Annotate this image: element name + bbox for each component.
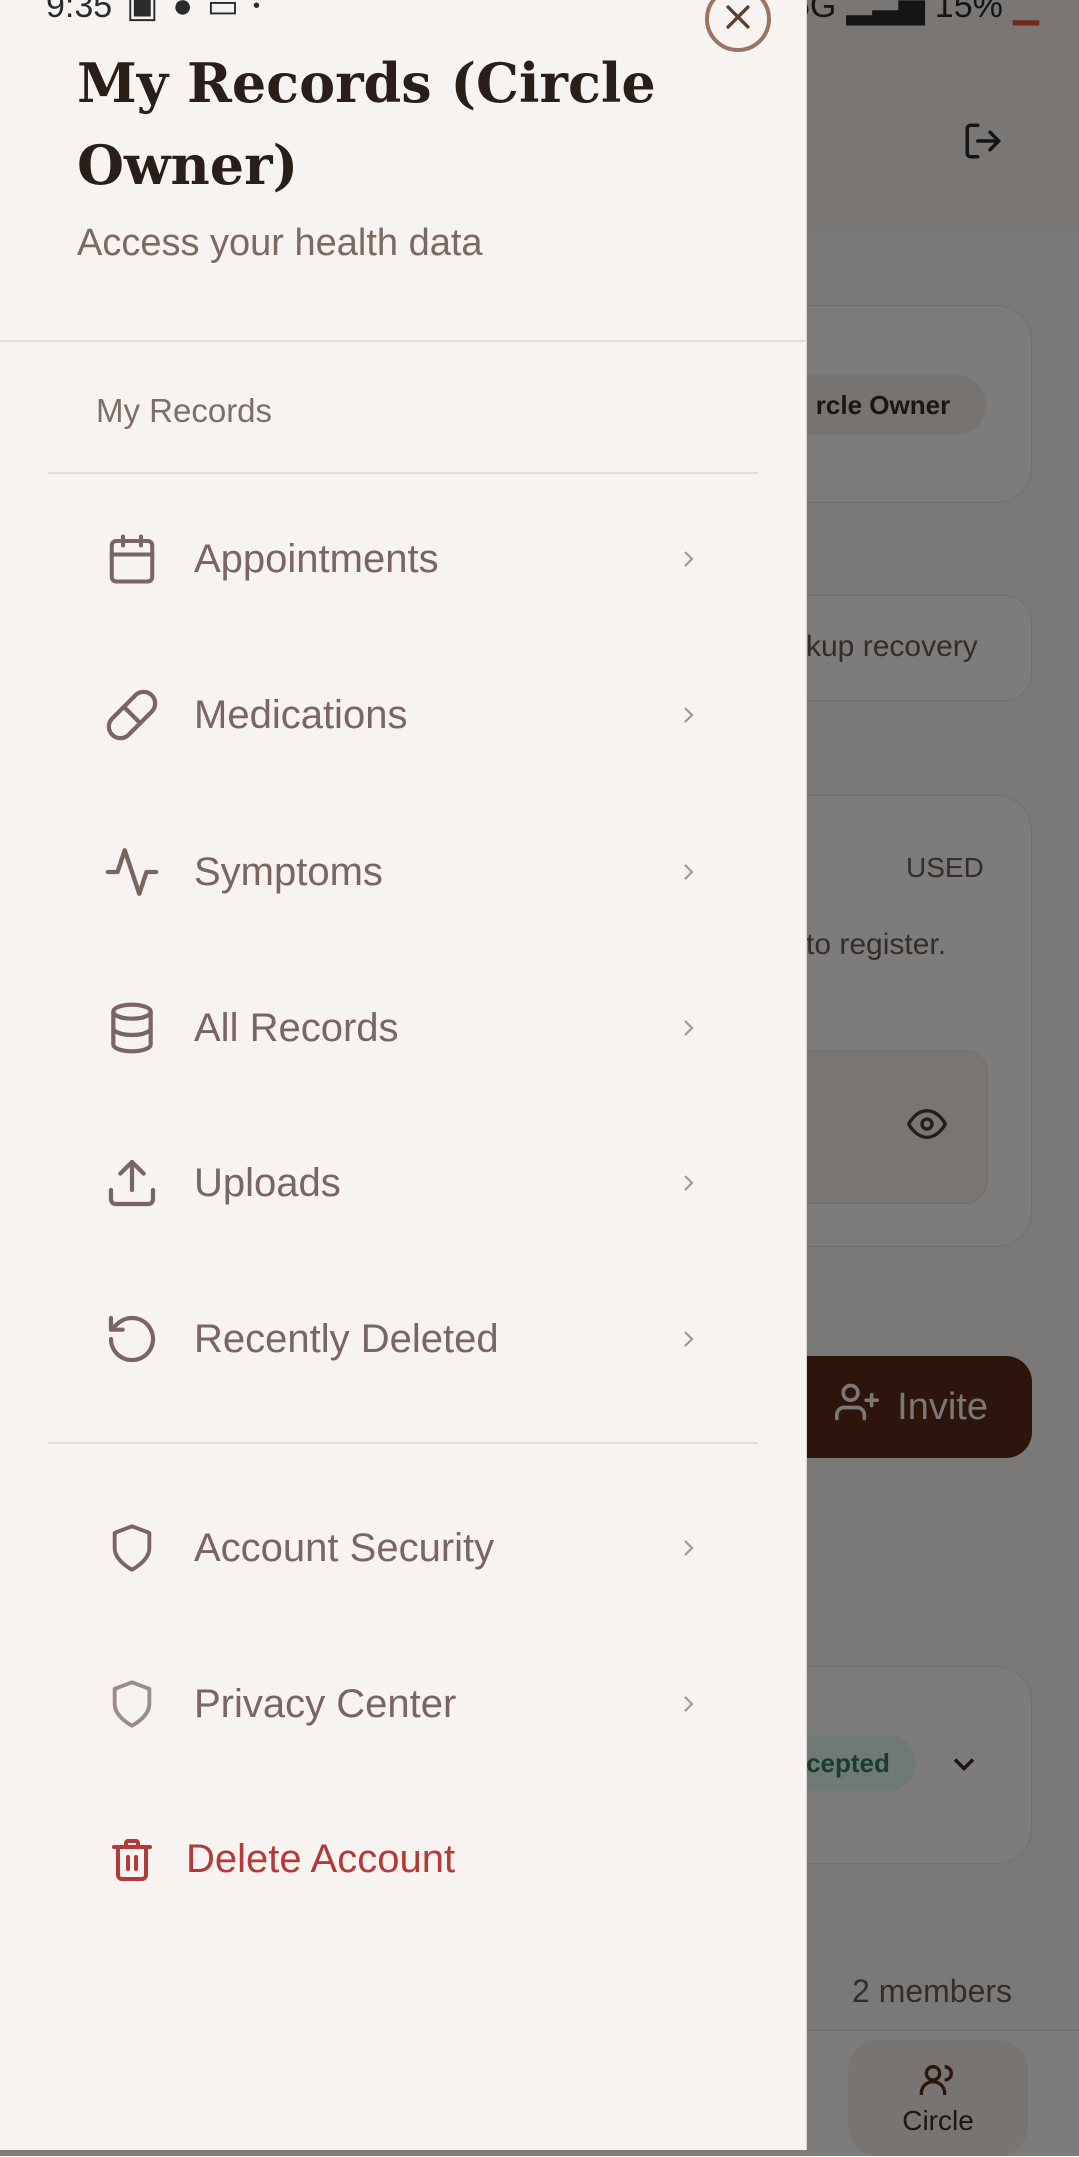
- database-icon: [92, 1000, 172, 1056]
- menu-item-label: Symptoms: [194, 849, 383, 894]
- chevron-right-icon: [668, 1167, 708, 1199]
- menu-item-label: Privacy Center: [194, 1681, 457, 1726]
- close-icon: [721, 0, 755, 39]
- chat-icon: ▭: [206, 0, 239, 25]
- menu-item-label: Recently Deleted: [194, 1316, 499, 1361]
- menu-item-label: Appointments: [194, 536, 439, 581]
- chevron-right-icon: [668, 1012, 708, 1044]
- pill-icon: [92, 687, 172, 743]
- shield-icon: [92, 1520, 172, 1576]
- drawer-subtitle: Access your health data: [77, 222, 483, 264]
- section-divider: [48, 472, 758, 474]
- section-label: My Records: [96, 392, 273, 429]
- menu-item-label: All Records: [194, 1005, 399, 1050]
- delete-account-button[interactable]: Delete Account: [48, 1800, 748, 1918]
- menu-item-label: Medications: [194, 692, 408, 737]
- chevron-right-icon: [668, 1688, 708, 1720]
- chevron-right-icon: [668, 543, 708, 575]
- chevron-right-icon: [668, 1323, 708, 1355]
- menu-item-recently-deleted[interactable]: Recently Deleted: [48, 1280, 748, 1398]
- trash-icon: [92, 1833, 172, 1885]
- chevron-right-icon: [668, 856, 708, 888]
- status-time: 9:35: [46, 0, 113, 25]
- shield-outline-icon: [92, 1676, 172, 1732]
- menu-item-label: Account Security: [194, 1525, 495, 1570]
- menu-item-account-security[interactable]: Account Security: [48, 1489, 748, 1607]
- history-icon: [92, 1311, 172, 1367]
- account-divider: [48, 1442, 758, 1444]
- dot-icon: •: [252, 0, 260, 17]
- menu-item-privacy-center[interactable]: Privacy Center: [48, 1645, 748, 1763]
- chevron-right-icon: [668, 699, 708, 731]
- upload-icon: [92, 1155, 172, 1211]
- facebook-icon: ●: [172, 0, 193, 25]
- calendar-icon: [92, 532, 172, 586]
- activity-icon: [92, 843, 172, 901]
- status-bar-left: 9:35 ▣ ● ▭ •: [46, 0, 260, 26]
- menu-item-all-records[interactable]: All Records: [48, 969, 748, 1087]
- delete-account-label: Delete Account: [186, 1836, 456, 1881]
- menu-item-uploads[interactable]: Uploads: [48, 1124, 748, 1242]
- chevron-right-icon: [668, 1532, 708, 1564]
- header-divider: [0, 340, 806, 342]
- gallery-icon: ▣: [126, 0, 159, 25]
- menu-item-appointments[interactable]: Appointments: [48, 500, 748, 618]
- menu-item-label: Uploads: [194, 1160, 341, 1205]
- navigation-drawer: 9:35 ▣ ● ▭ • My Records (Circle Owner) A…: [0, 0, 807, 2150]
- drawer-title: My Records (Circle Owner): [77, 51, 656, 197]
- menu-item-medications[interactable]: Medications: [48, 656, 748, 774]
- menu-item-symptoms[interactable]: Symptoms: [48, 813, 748, 931]
